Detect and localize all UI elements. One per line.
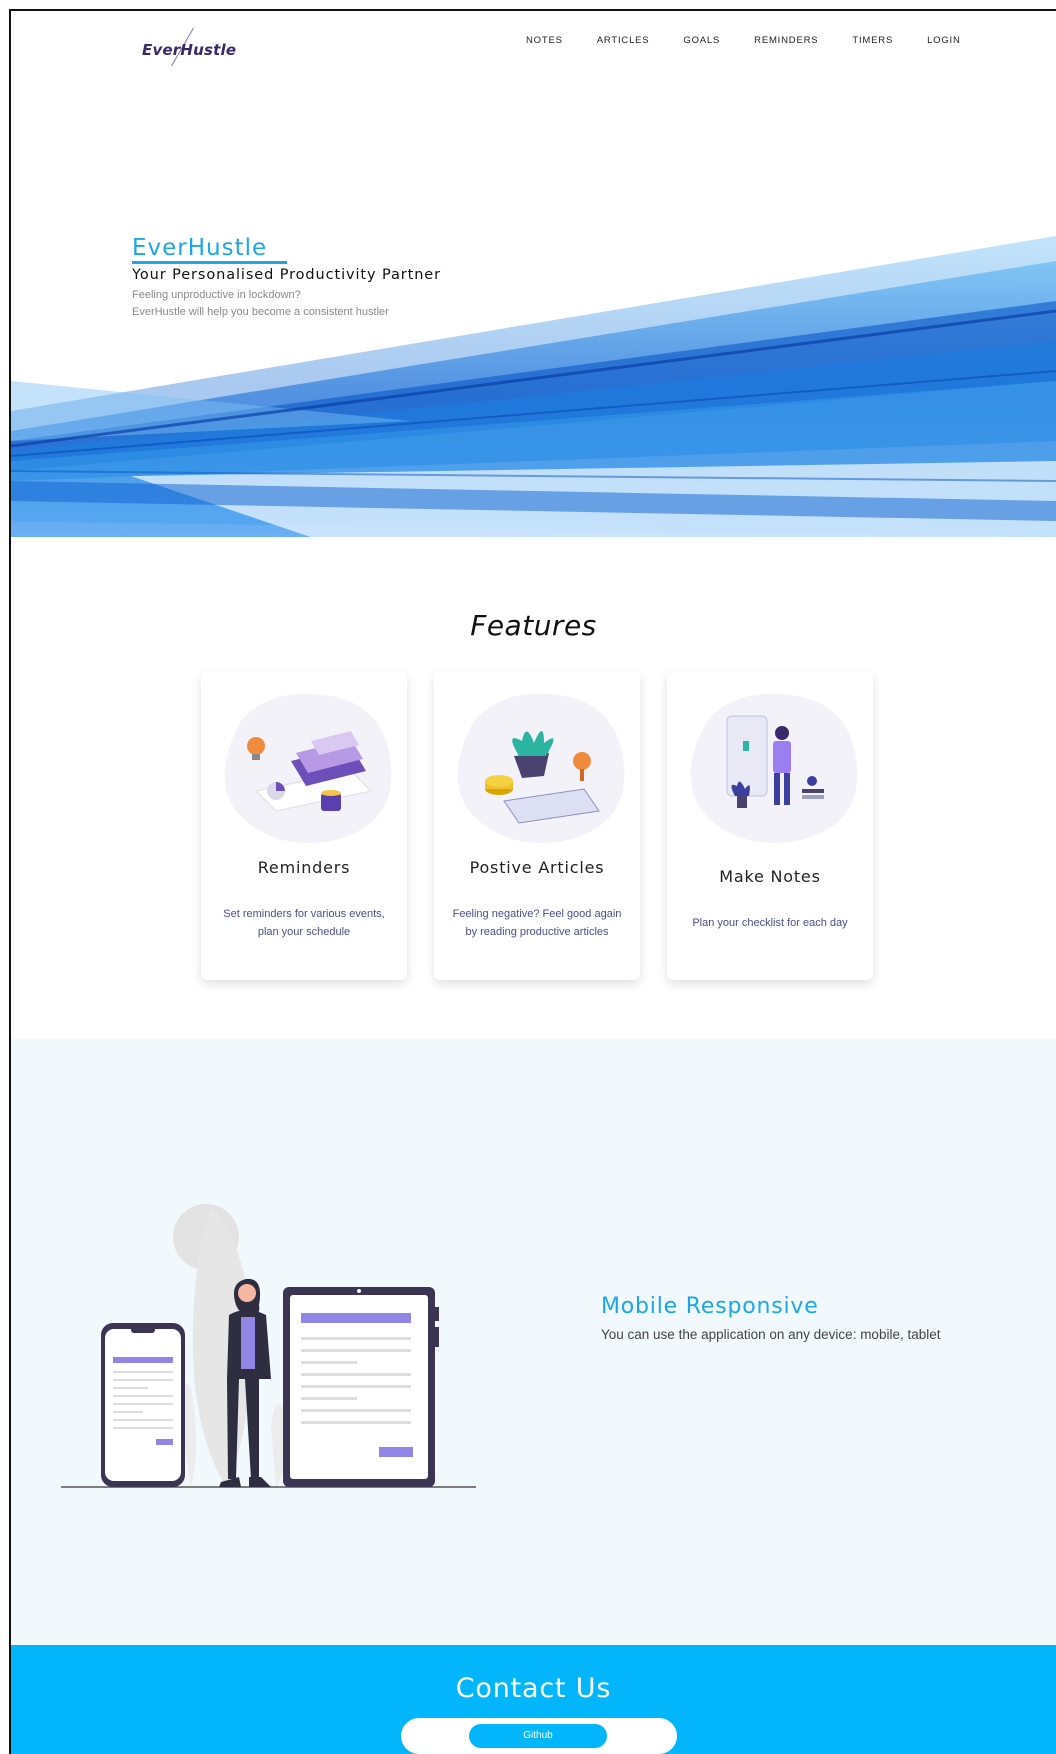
contact-section: Contact Us Github	[11, 1645, 1056, 1754]
brand-logo[interactable]: EverHustle	[142, 25, 236, 67]
hero-section: EverHustle Your Personalised Productivit…	[11, 81, 1056, 537]
hero-tagline-2: EverHustle will help you become a consis…	[132, 306, 389, 318]
hero-tagline-1: Feeling unproductive in lockdown?	[132, 289, 301, 301]
top-nav: EverHustle NOTES ARTICLES GOALS REMINDER…	[11, 11, 1056, 81]
feature-card-desc: Set reminders for various events, plan y…	[223, 908, 385, 938]
books-lightbulb-icon	[224, 693, 392, 843]
devices-person-illustration-icon	[61, 1204, 476, 1488]
feature-card-title: Reminders	[257, 858, 351, 877]
feature-card-desc: Feeling negative? Feel good again by rea…	[452, 908, 622, 938]
hero-subtitle: Your Personalised Productivity Partner	[132, 267, 441, 283]
mobile-responsive-desc: You can use the application on any devic…	[601, 1327, 941, 1342]
contact-links-bar: Github	[401, 1718, 677, 1754]
feature-card-title: Postive Articles	[469, 858, 605, 877]
feature-card-articles[interactable]: Postive Articles Feeling negative? Feel …	[434, 671, 640, 980]
nav-item-reminders[interactable]: REMINDERS	[754, 35, 818, 46]
feature-card-title: Make Notes	[719, 867, 821, 886]
contact-title: Contact Us	[455, 1673, 612, 1704]
mobile-responsive-section: Mobile Responsive You can use the applic…	[11, 1039, 1056, 1645]
hero-title: EverHustle	[132, 235, 268, 261]
nav-item-timers[interactable]: TIMERS	[852, 35, 893, 46]
features-heading: Features	[470, 609, 597, 642]
nav-item-notes[interactable]: NOTES	[526, 35, 563, 46]
nav-item-login[interactable]: LOGIN	[927, 35, 961, 46]
feature-card-notes[interactable]: Make Notes Plan your checklist for each …	[667, 671, 873, 980]
nav-item-goals[interactable]: GOALS	[683, 35, 720, 46]
mobile-responsive-title: Mobile Responsive	[601, 1294, 819, 1319]
github-button[interactable]: Github	[469, 1724, 607, 1748]
page-frame: EverHustle NOTES ARTICLES GOALS REMINDER…	[9, 9, 1056, 1754]
logo-text: EverHustle	[142, 41, 237, 59]
feature-card-desc: Plan your checklist for each day	[692, 917, 848, 929]
person-screen-icon	[690, 693, 858, 843]
hero-title-underline	[132, 261, 287, 264]
nav-item-articles[interactable]: ARTICLES	[597, 35, 650, 46]
feature-card-reminders[interactable]: Reminders Set reminders for various even…	[201, 671, 407, 980]
nav-links: NOTES ARTICLES GOALS REMINDERS TIMERS LO…	[526, 35, 995, 46]
plant-tablet-icon	[457, 693, 625, 843]
